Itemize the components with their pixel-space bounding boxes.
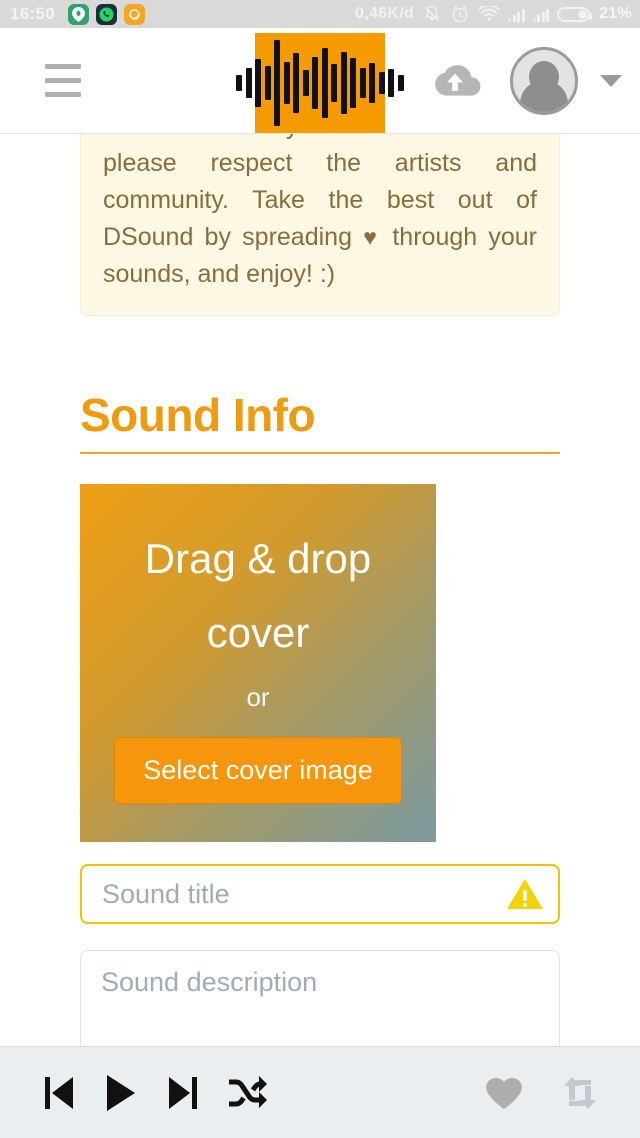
sound-description-field[interactable]	[80, 950, 560, 1046]
signal-1-icon	[508, 7, 525, 22]
sound-title-input[interactable]	[102, 878, 506, 910]
sound-title-field[interactable]	[80, 864, 560, 924]
status-app-icons	[67, 3, 145, 25]
wifi-icon	[478, 5, 500, 23]
chat-app-icon	[123, 3, 145, 25]
location-app-icon	[67, 3, 89, 25]
play-icon[interactable]	[102, 1072, 140, 1114]
app-screen: 16:50 0,46K/d 21% please respect the art…	[0, 0, 640, 1138]
menu-icon[interactable]	[45, 64, 81, 97]
notice-text: like that. Share your sounds here and pl…	[103, 134, 537, 293]
cover-dropzone-or: or	[246, 682, 270, 712]
cover-dropzone[interactable]: Drag & drop cover or Select cover image	[80, 484, 436, 842]
battery-icon	[557, 6, 593, 22]
resteem-icon[interactable]	[560, 1075, 600, 1111]
status-network-speed: 0,46K/d	[355, 5, 415, 22]
avatar-body	[520, 79, 568, 112]
avatar[interactable]	[510, 46, 578, 115]
status-right-group: 0,46K/d 21%	[355, 4, 632, 24]
next-icon[interactable]	[166, 1073, 200, 1113]
waveform-icon	[236, 40, 404, 126]
status-bar: 16:50 0,46K/d 21%	[0, 0, 640, 28]
notice-clipped-line: like that. Share your sounds here	[103, 134, 485, 140]
signal-2-icon	[532, 7, 550, 22]
page-content: like that. Share your sounds here and pl…	[0, 134, 640, 1046]
header-actions	[420, 46, 640, 115]
dsound-logo-icon[interactable]	[236, 33, 404, 133]
shuffle-icon[interactable]	[226, 1074, 268, 1112]
sound-description-input[interactable]	[101, 965, 539, 1046]
warning-icon	[506, 877, 544, 911]
player-bar	[0, 1046, 640, 1138]
heart-icon: ♥	[363, 224, 382, 250]
select-cover-image-button[interactable]: Select cover image	[114, 737, 402, 804]
cloud-upload-icon[interactable]	[420, 59, 490, 103]
whatsapp-icon	[95, 3, 117, 25]
status-battery-percent: 21%	[599, 5, 632, 22]
mute-icon	[422, 4, 442, 24]
app-header	[0, 28, 640, 134]
alarm-icon	[450, 4, 470, 24]
community-notice: like that. Share your sounds here and pl…	[80, 134, 560, 316]
player-social-controls	[484, 1075, 600, 1111]
previous-icon[interactable]	[42, 1073, 76, 1113]
heart-icon[interactable]	[484, 1075, 524, 1111]
player-transport-controls	[42, 1072, 268, 1114]
status-time: 16:50	[10, 4, 55, 23]
page-title: Sound Info	[80, 388, 560, 454]
chevron-down-icon[interactable]	[600, 74, 622, 87]
cover-dropzone-title: Drag & drop cover	[144, 535, 372, 656]
